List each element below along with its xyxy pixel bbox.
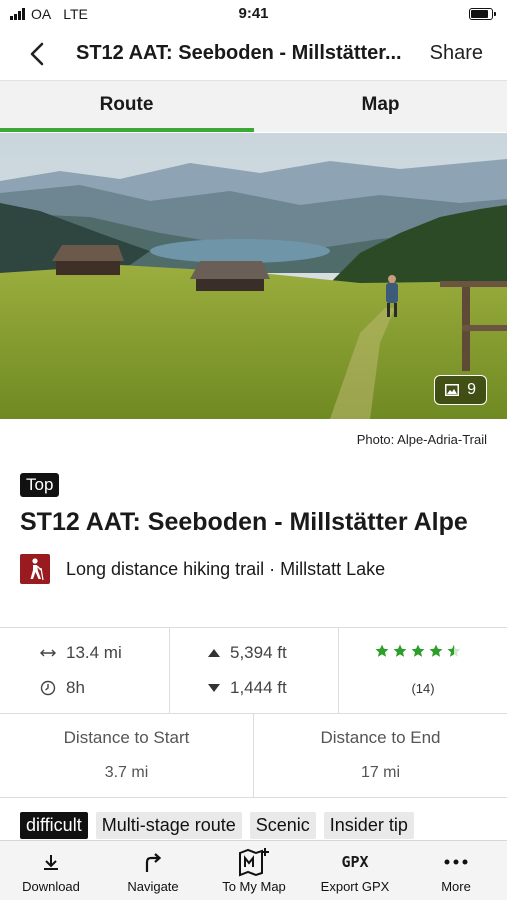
tag-insider-tip: Insider tip [323,812,414,839]
more-button[interactable]: More [406,841,506,900]
to-my-map-button[interactable]: To My Map [204,841,304,900]
landscape-photo [0,133,507,419]
route-category: Long distance hiking trail · Millstatt L… [20,554,385,584]
distance-to-start-label: Distance to Start [63,728,190,747]
tag-difficulty: difficult [20,812,88,839]
distance-value: 13.4 mi [66,643,122,662]
distance-to-start: Distance to Start 3.7 mi [0,714,254,798]
share-button[interactable]: Share [430,42,483,65]
distance-panel: Distance to Start 3.7 mi Distance to End… [0,714,507,798]
hero-photo[interactable]: 9 [0,133,507,419]
duration-stat: 8h [40,678,85,698]
photo-count-label: 9 [467,381,476,398]
duration-value: 8h [66,678,85,697]
download-label: Download [22,879,80,894]
bottom-toolbar: Download Navigate To My Map GPX Export G… [0,840,507,900]
navigation-bar: ST12 AAT: Seeboden - Millstätter... Shar… [0,30,507,78]
battery-icon [469,8,496,20]
export-gpx-button[interactable]: GPX Export GPX [305,841,405,900]
star-icon [375,644,389,657]
to-my-map-label: To My Map [222,879,286,894]
route-title: ST12 AAT: Seeboden - Millstätter Alpe [20,508,468,536]
status-bar: OA LTE 9:41 [0,0,507,30]
horizontal-arrows-icon [40,649,56,657]
tab-map[interactable]: Map [254,81,507,133]
chevron-left-icon [30,42,44,66]
active-tab-indicator [0,128,254,132]
tab-bar: Route Map [0,80,507,132]
distance-stat: 13.4 mi [40,643,122,663]
star-icon [447,644,461,657]
navigate-label: Navigate [127,879,179,894]
map-add-icon [237,848,271,877]
distance-to-end-label: Distance to End [320,728,441,747]
top-badge: Top [20,473,60,497]
rating-stars [375,644,461,658]
route-stats: 13.4 mi 8h 5,394 ft 1,444 ft (14) [0,627,507,714]
rating-count: (14) [411,681,435,696]
stats-elevation: 5,394 ft 1,444 ft [170,628,339,714]
route-tags: difficult Multi-stage route Scenic Insid… [20,812,414,839]
star-icon [429,644,443,657]
triangle-down-icon [208,684,220,692]
clock-icon [40,680,56,696]
distance-to-end: Distance to End 17 mi [254,714,507,798]
tag-multi-stage: Multi-stage route [95,812,242,839]
gpx-icon: GPX [341,853,369,871]
status-time: 9:41 [238,5,269,22]
back-button[interactable] [24,40,52,68]
nav-title: ST12 AAT: Seeboden - Millstätter... [76,42,402,64]
stats-distance-duration: 13.4 mi 8h [0,628,170,714]
descent-value: 1,444 ft [230,678,287,697]
turn-right-arrow-icon [142,849,164,875]
category-label: Long distance hiking trail · Millstatt L… [66,558,386,579]
hiker-icon [20,554,50,584]
export-gpx-label: Export GPX [320,879,390,894]
download-icon [41,849,61,875]
distance-to-start-value: 3.7 mi [104,764,149,781]
navigate-button[interactable]: Navigate [103,841,203,900]
descent-stat: 1,444 ft [208,678,287,698]
image-icon [445,384,460,396]
star-icon [393,644,407,657]
distance-to-end-value: 17 mi [360,764,401,781]
triangle-up-icon [208,649,220,657]
tag-scenic: Scenic [249,812,316,839]
ascent-value: 5,394 ft [230,643,287,662]
chalet-1 [52,245,124,275]
star-icon [411,644,425,657]
download-button[interactable]: Download [1,841,101,900]
chalet-2 [190,261,270,291]
ascent-stat: 5,394 ft [208,643,287,663]
stats-rating[interactable]: (14) [339,628,507,714]
photo-credit: Photo: Alpe-Adria-Trail [356,432,487,447]
tab-route[interactable]: Route [0,81,253,133]
ellipsis-icon [444,849,468,875]
photo-gallery-button[interactable]: 9 [434,375,487,405]
more-label: More [441,879,471,894]
